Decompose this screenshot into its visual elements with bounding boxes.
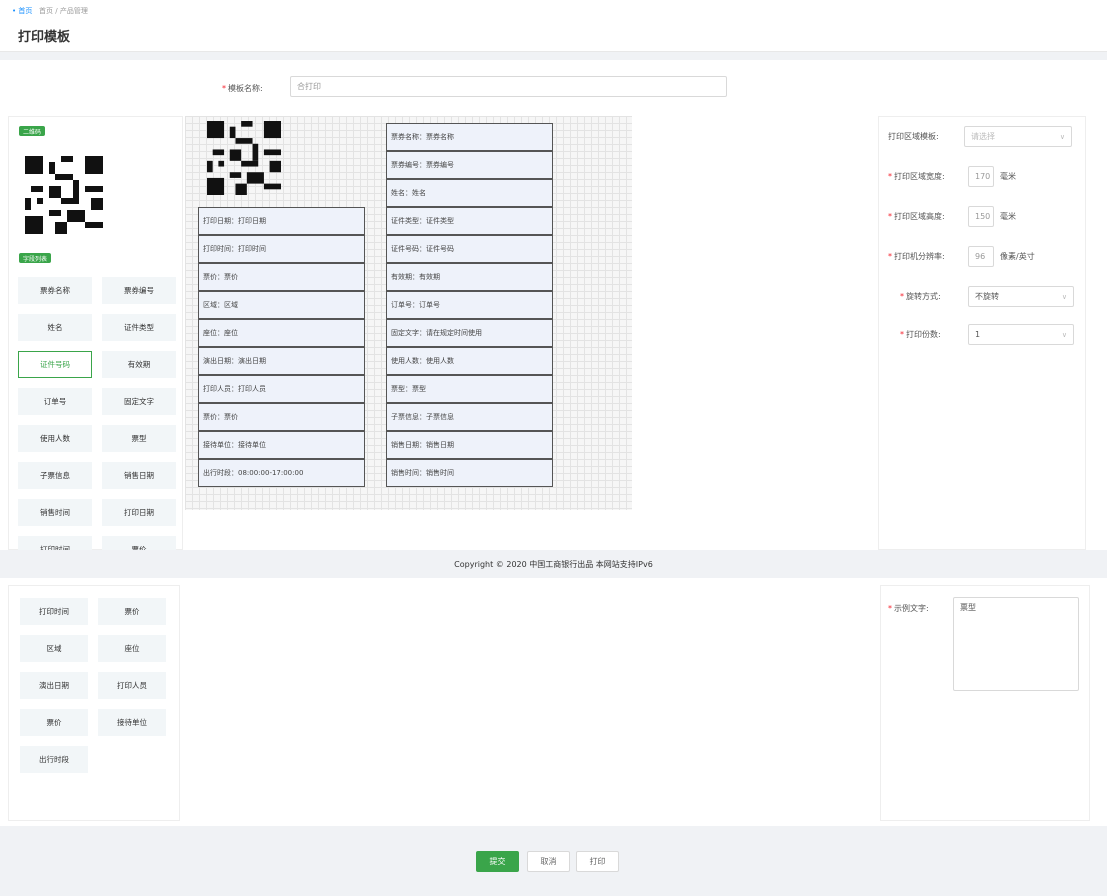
canvas-field-cell[interactable]: 票价：票价 [198, 403, 365, 431]
canvas-field-cell[interactable]: 票券编号：票券编号 [386, 151, 553, 179]
cancel-button[interactable]: 取消 [527, 851, 570, 872]
field-list-lower: 打印时间 票价 区域 座位 演出日期 打印人员 票价 接待单位 出行时段 [20, 598, 180, 788]
canvas-field-cell[interactable]: 座位：座位 [198, 319, 365, 347]
field-item[interactable]: 销售时间 [18, 499, 92, 526]
field-item[interactable]: 证件类型 [102, 314, 176, 341]
field-item[interactable]: 打印时间 [20, 598, 88, 625]
field-item[interactable]: 演出日期 [20, 672, 88, 699]
rotation-select[interactable]: 不旋转 ∨ [968, 286, 1074, 307]
print-area-type-row: 打印区域模板: 请选择 ∨ [888, 126, 1072, 147]
canvas-field-cell[interactable]: 票型：票型 [386, 375, 553, 403]
fixed-text-textarea[interactable]: 票型 [953, 597, 1079, 691]
rotation-row: * 旋转方式: 不旋转 ∨ [900, 286, 1074, 307]
field-item[interactable]: 票价 [98, 598, 166, 625]
canvas-field-cell[interactable]: 打印人员：打印人员 [198, 375, 365, 403]
copies-select[interactable]: 1 ∨ [968, 324, 1074, 345]
field-item[interactable]: 证件号码 [18, 351, 92, 378]
bottom-band [0, 884, 1107, 896]
breadcrumb-path: 首页 / 产品管理 [39, 7, 88, 15]
field-item[interactable]: 姓名 [18, 314, 92, 341]
canvas-field-cell[interactable]: 销售时间：销售时间 [386, 459, 553, 487]
qr-code-icon[interactable] [25, 156, 103, 236]
field-item[interactable]: 票价 [102, 536, 176, 550]
field-item[interactable]: 票价 [20, 709, 88, 736]
canvas-field-cell[interactable]: 有效期：有效期 [386, 263, 553, 291]
field-item[interactable]: 打印人员 [98, 672, 166, 699]
canvas-field-cell[interactable]: 证件类型：证件类型 [386, 207, 553, 235]
resolution-row: * 打印机分辨率: 96 像素/英寸 [888, 246, 1035, 267]
copyright-text: Copyright © 2020 中国工商银行出品 本网站支持IPv6 [454, 560, 653, 569]
field-item[interactable]: 接待单位 [98, 709, 166, 736]
canvas-field-cell[interactable]: 打印时间：打印时间 [198, 235, 365, 263]
canvas-field-cell[interactable]: 证件号码：证件号码 [386, 235, 553, 263]
canvas-field-cell[interactable]: 固定文字：请在规定时间使用 [386, 319, 553, 347]
print-button[interactable]: 打印 [576, 851, 619, 872]
canvas-field-cell[interactable]: 出行时段：08:00:00-17:00:00 [198, 459, 365, 487]
canvas-field-cell[interactable]: 区域：区域 [198, 291, 365, 319]
print-area-type-select[interactable]: 请选择 ∨ [964, 126, 1072, 147]
template-name-input[interactable]: 合打印 [290, 76, 727, 97]
field-item[interactable]: 固定文字 [102, 388, 176, 415]
canvas-field-cell[interactable]: 票券名称：票券名称 [386, 123, 553, 151]
canvas-field-cell[interactable]: 订单号：订单号 [386, 291, 553, 319]
canvas-field-cell[interactable]: 销售日期：销售日期 [386, 431, 553, 459]
submit-button[interactable]: 提交 [476, 851, 519, 872]
template-name-label: * 模板名称: [222, 84, 263, 93]
chevron-down-icon: ∨ [1059, 132, 1065, 141]
field-item[interactable]: 销售日期 [102, 462, 176, 489]
chevron-down-icon: ∨ [1061, 292, 1067, 301]
field-item[interactable]: 订单号 [18, 388, 92, 415]
field-item[interactable]: 票券编号 [102, 277, 176, 304]
field-item[interactable]: 使用人数 [18, 425, 92, 452]
canvas-field-cell[interactable]: 姓名：姓名 [386, 179, 553, 207]
fields-tag: 字段列表 [19, 253, 52, 263]
field-item[interactable]: 子票信息 [18, 462, 92, 489]
copies-row: * 打印份数: 1 ∨ [900, 324, 1074, 345]
canvas-field-cell[interactable]: 使用人数：使用人数 [386, 347, 553, 375]
qr-tag: 二维码 [19, 126, 46, 136]
field-item[interactable]: 区域 [20, 635, 88, 662]
field-item[interactable]: 打印时间 [18, 536, 92, 550]
area-height-input[interactable]: 150 [968, 206, 994, 227]
area-height-row: * 打印区域高度: 150 毫米 [888, 206, 1016, 227]
canvas-field-cell[interactable]: 演出日期：演出日期 [198, 347, 365, 375]
breadcrumb-home[interactable]: • 首页 [12, 7, 32, 15]
field-item[interactable]: 座位 [98, 635, 166, 662]
canvas-field-cell[interactable]: 接待单位：接待单位 [198, 431, 365, 459]
field-item[interactable]: 票券名称 [18, 277, 92, 304]
canvas-field-cell[interactable]: 票价：票价 [198, 263, 365, 291]
fixed-text-label: * 示例文字: [888, 604, 929, 613]
field-item[interactable]: 票型 [102, 425, 176, 452]
area-width-input[interactable]: 170 [968, 166, 994, 187]
resolution-input[interactable]: 96 [968, 246, 994, 267]
page-header [0, 0, 1107, 52]
field-item[interactable]: 有效期 [102, 351, 176, 378]
canvas-qr-code-icon[interactable] [207, 121, 281, 197]
field-list-upper: 票券名称 票券编号 姓名 证件类型 证件号码 有效期 订单号 固定文字 使用人数 票型 子票信息 销售… [18, 277, 180, 550]
canvas-field-cell[interactable]: 打印日期：打印日期 [198, 207, 365, 235]
chevron-down-icon: ∨ [1061, 330, 1067, 339]
field-item[interactable]: 出行时段 [20, 746, 88, 773]
page-title: 打印模板 [18, 30, 71, 45]
field-item[interactable]: 打印日期 [102, 499, 176, 526]
breadcrumb: • 首页 首页 / 产品管理 [12, 6, 88, 16]
canvas-field-cell[interactable]: 子票信息：子票信息 [386, 403, 553, 431]
area-width-row: * 打印区域宽度: 170 毫米 [888, 166, 1016, 187]
